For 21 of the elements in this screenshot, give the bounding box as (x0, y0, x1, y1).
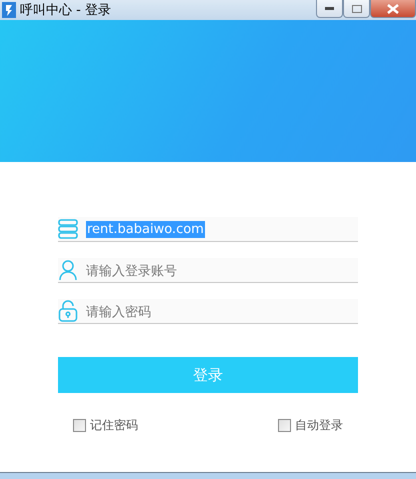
checkbox-label: 记住密码 (90, 417, 138, 434)
app-icon (2, 2, 16, 18)
close-icon (387, 4, 399, 14)
account-input[interactable]: 请输入登录账号 (86, 259, 358, 281)
server-icon (58, 219, 78, 239)
checkbox[interactable] (278, 419, 291, 432)
password-field[interactable]: 请输入密码 (58, 299, 358, 324)
maximize-button[interactable] (343, 0, 370, 18)
minimize-button[interactable] (316, 0, 343, 18)
maximize-icon (352, 4, 362, 12)
user-icon (58, 259, 78, 281)
checkbox[interactable] (73, 419, 86, 432)
login-button[interactable]: 登录 (58, 357, 358, 393)
server-field[interactable]: rent.babaiwo.com (58, 217, 358, 242)
minimize-icon (325, 6, 334, 10)
account-field[interactable]: 请输入登录账号 (58, 258, 358, 283)
lock-icon (58, 300, 78, 322)
checkbox-label: 自动登录 (295, 417, 343, 434)
window-title: 呼叫中心 - 登录 (20, 2, 112, 19)
close-button[interactable] (370, 0, 416, 18)
password-input[interactable]: 请输入密码 (86, 300, 358, 322)
